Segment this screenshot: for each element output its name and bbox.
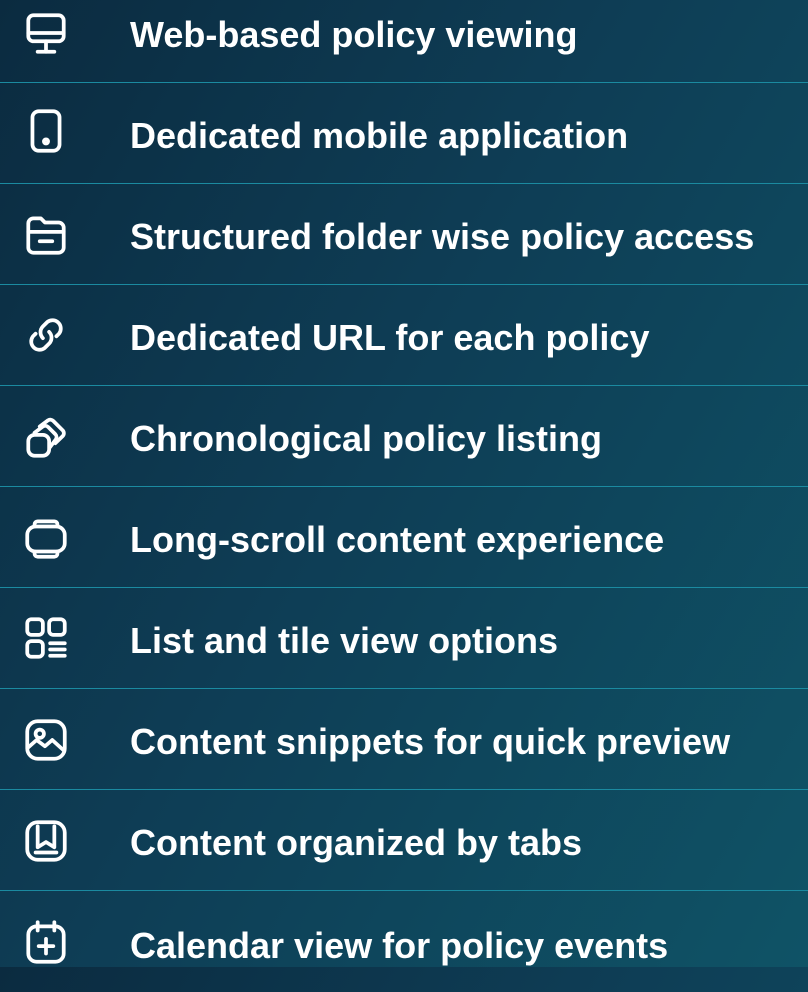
feature-row-dedicated-url: Dedicated URL for each policy: [0, 285, 808, 386]
calendar-add-icon: [21, 917, 71, 967]
feature-label: Calendar view for policy events: [130, 925, 669, 966]
feature-label: Dedicated URL for each policy: [130, 317, 650, 358]
feature-row-web-viewing: Web-based policy viewing: [0, 0, 808, 83]
feature-label: Long-scroll content experience: [130, 519, 665, 560]
image-icon: [21, 715, 71, 765]
feature-row-calendar: Calendar view for policy events: [0, 891, 808, 992]
link-icon: [21, 310, 71, 360]
feature-row-snippets: Content snippets for quick preview: [0, 689, 808, 790]
feature-row-list-tile: List and tile view options: [0, 588, 808, 689]
feature-list: Web-based policy viewing Dedicated mobil…: [0, 0, 808, 967]
feature-row-folder-access: Structured folder wise policy access: [0, 184, 808, 285]
scroll-icon: [21, 513, 71, 563]
stacked-shapes-icon: [21, 413, 71, 463]
grid-list-icon: [21, 613, 71, 663]
feature-row-mobile-app: Dedicated mobile application: [0, 83, 808, 184]
folder-icon: [21, 210, 71, 260]
feature-label: Content snippets for quick preview: [130, 721, 731, 762]
feature-label: Web-based policy viewing: [130, 14, 578, 55]
monitor-icon: [21, 9, 71, 59]
feature-label: Structured folder wise policy access: [130, 216, 755, 257]
feature-label: Content organized by tabs: [130, 822, 583, 863]
mobile-phone-icon: [21, 106, 71, 156]
feature-row-chronological: Chronological policy listing: [0, 386, 808, 487]
feature-label: List and tile view options: [130, 620, 559, 661]
feature-row-tabs: Content organized by tabs: [0, 790, 808, 891]
feature-label: Chronological policy listing: [130, 418, 603, 459]
tabs-icon: [21, 816, 71, 866]
feature-row-long-scroll: Long-scroll content experience: [0, 487, 808, 588]
feature-label: Dedicated mobile application: [130, 115, 629, 156]
